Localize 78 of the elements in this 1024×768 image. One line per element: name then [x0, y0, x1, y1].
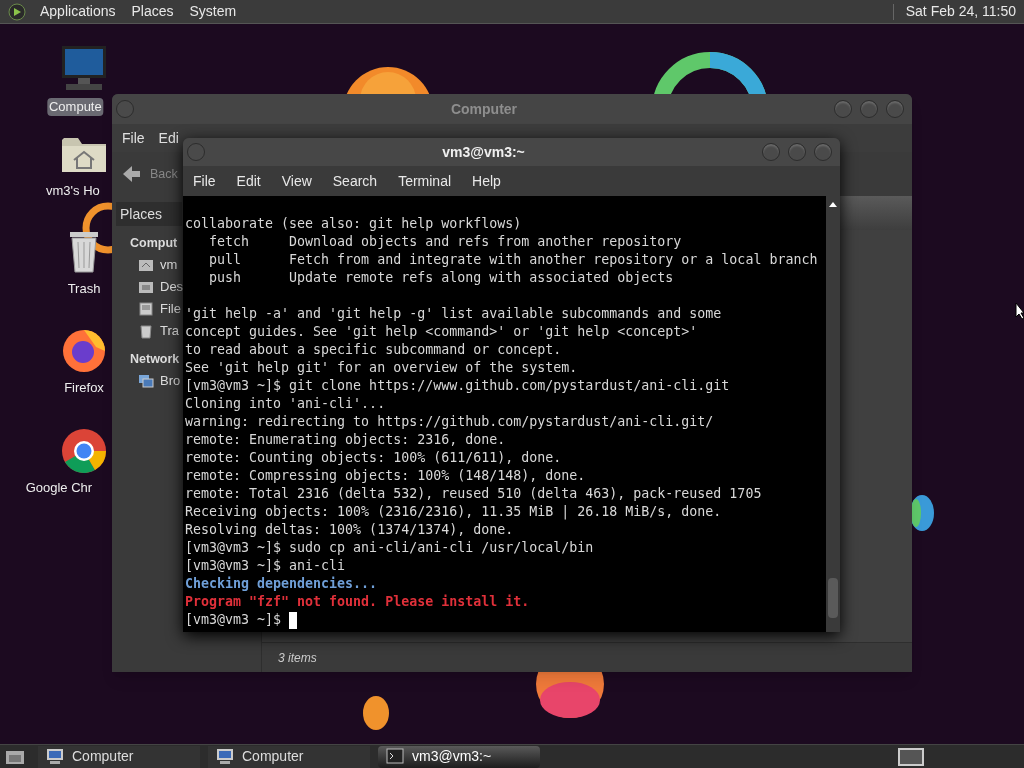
terminal-line: remote: Total 2316 (delta 532), reused 510 (delta 463), pack-reused 1705 [185, 485, 763, 503]
menu-item[interactable]: File [122, 127, 145, 149]
menu-item[interactable]: Terminal [398, 170, 452, 192]
text-cursor [289, 611, 298, 629]
window-control-button[interactable] [834, 100, 852, 118]
sidebar-heading: Network [130, 351, 180, 368]
terminal-line: [vm3@vm3 ~]$ git clone https://www.github.com/pystardust/ani-cli.git [185, 377, 731, 395]
taskbar-button[interactable]: Computer [208, 745, 370, 768]
window-title: Computer [450, 99, 518, 119]
scrollbar[interactable] [826, 196, 840, 632]
terminal-line: [vm3@vm3 ~]$ ani-cli [185, 557, 347, 575]
network-monitor-icon [138, 373, 154, 389]
terminal-line: remote: Enumerating objects: 2316, done. [185, 431, 507, 449]
panel-menu[interactable]: Places [129, 1, 176, 22]
sidebar-heading: Comput [130, 235, 178, 252]
wallpaper-blob [910, 495, 934, 531]
terminal-line: pull Fetch from and integrate with another repository or a local branch [208, 251, 819, 269]
scroll-up-icon [828, 200, 838, 208]
wallpaper-blob [363, 696, 389, 730]
window-title: vm3@vm3:~ [442, 142, 525, 162]
desktop-icon-label[interactable]: Google Chr [23, 479, 95, 497]
places-dropdown[interactable]: Places [116, 202, 182, 226]
desktop-icon-label[interactable]: Compute [46, 98, 104, 116]
terminal-line: collaborate (see also: git help workflows) [185, 215, 523, 233]
mouse-pointer-icon [1015, 302, 1024, 320]
window-control-button[interactable] [886, 100, 904, 118]
clock: Sat Feb 24, 11:50 [905, 2, 1016, 21]
terminal-line: warning: redirecting to https://github.com/pystardust/ani-cli.git/ [185, 413, 715, 431]
sidebar-item[interactable]: File [138, 298, 181, 320]
computer-icon [46, 748, 64, 765]
menu-item[interactable]: Edit [236, 170, 261, 192]
terminal-line: fetch Download objects and refs from another repository [208, 233, 683, 251]
terminal-line: Resolving deltas: 100% (1374/1374), done. [185, 521, 515, 539]
terminal-line: to read about a specific subcommand or concept. [185, 341, 563, 359]
terminal-line: See 'git help git' for an overview of the system. [185, 359, 579, 377]
menu-item[interactable]: File [193, 170, 216, 192]
window-menu-button[interactable] [116, 100, 134, 118]
terminal-line: Checking dependencies... [185, 575, 379, 593]
status-text: 3 items [278, 649, 317, 667]
sidebar-item[interactable]: Tra [138, 320, 180, 342]
desktop-icon-label[interactable]: Firefox [62, 379, 106, 397]
computer-icon [216, 748, 234, 765]
scrollbar-thumb[interactable] [828, 578, 838, 618]
drive-icon [138, 301, 154, 317]
terminal-line: Program "fzf" not found. Please install it. [185, 593, 531, 611]
desktop-icon-label[interactable]: Trash [65, 280, 103, 298]
terminal-line: Cloning into 'ani-cli'... [185, 395, 387, 413]
sidebar-item[interactable]: Des [138, 276, 184, 298]
folder-icon [138, 279, 154, 295]
menu-item[interactable]: View [281, 170, 312, 192]
menu-item[interactable]: Search [332, 170, 378, 192]
window-control-button[interactable] [860, 100, 878, 118]
terminal-line: Receiving objects: 100% (2316/2316), 11.35 MiB | 26.18 MiB/s, done. [185, 503, 723, 521]
menu-item[interactable]: Help [472, 170, 501, 192]
window-control-button[interactable] [762, 143, 780, 161]
terminal-line: remote: Compressing objects: 100% (148/148), done. [185, 467, 587, 485]
terminal-line: push Update remote refs along with associated objects [208, 269, 675, 287]
window-menu-button[interactable] [187, 143, 205, 161]
taskbar-button[interactable]: vm3@vm3:~ [378, 745, 540, 768]
terminal-line: [vm3@vm3 ~]$ sudo cp ani-cli/ani-cli /usr/local/bin [185, 539, 595, 557]
terminal-icon [386, 748, 404, 765]
trash-icon [138, 323, 154, 339]
taskbar-button[interactable]: Computer [38, 745, 200, 768]
sidebar-item[interactable]: Bro [138, 370, 181, 392]
menu-item[interactable]: Edi [158, 127, 179, 149]
workspace-switcher[interactable] [898, 747, 924, 766]
sidebar-item[interactable]: vm [138, 254, 178, 276]
terminal-line: [vm3@vm3 ~]$ [185, 611, 282, 629]
panel-menu[interactable]: System [187, 1, 239, 22]
menu-logo-icon [8, 2, 26, 21]
panel-menu[interactable]: Applications [38, 1, 118, 22]
terminal-line: concept guides. See 'git help <command>' or 'git help <concept>' [185, 323, 699, 341]
window-control-button[interactable] [814, 143, 832, 161]
folder-icon [138, 257, 154, 273]
window-control-button[interactable] [788, 143, 806, 161]
terminal-line: 'git help -a' and 'git help -g' list available subcommands and some [185, 305, 723, 323]
desktop-icon-label[interactable]: vm3's Ho [44, 182, 102, 200]
terminal-line: remote: Counting objects: 100% (611/611), done. [185, 449, 563, 467]
